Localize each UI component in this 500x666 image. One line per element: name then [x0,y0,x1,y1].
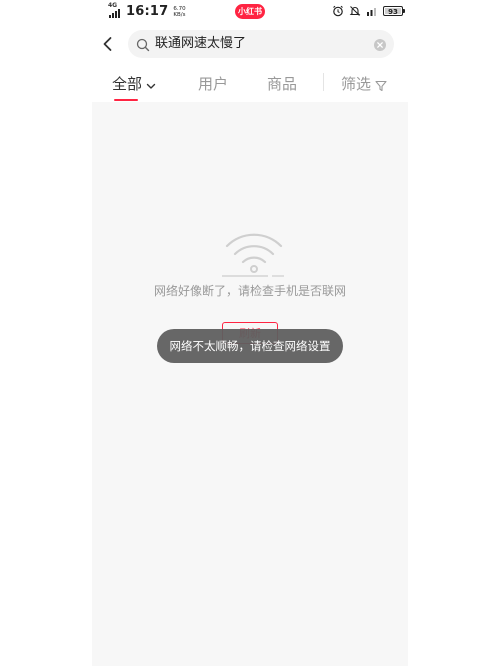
tab-all[interactable]: 全部 [112,73,157,94]
search-row: 联通网速太慢了 [0,30,500,58]
mute-icon [349,5,361,17]
battery-icon: 93 [383,6,405,16]
toast: 网络不太顺畅，请检查网络设置 [157,329,343,363]
battery-level: 93 [388,8,398,16]
search-input[interactable]: 联通网速太慢了 [128,30,394,58]
chevron-down-icon [145,78,157,90]
app-badge: 小红书 [235,4,265,19]
tab-bar: 全部 用户 商品 筛选 [0,70,500,102]
results-area: 网络好像断了，请检查手机是否联网 刷新 [92,102,408,666]
network-error-message: 网络好像断了，请检查手机是否联网 [153,284,346,298]
tab-all-label: 全部 [112,75,143,93]
tab-divider [323,73,324,91]
tab-goods[interactable]: 商品 [267,73,297,94]
alarm-icon [332,5,344,17]
status-bar: 4G 16:17 6.70 KB/s 小红书 93 [0,0,500,24]
net-speed: 6.70 KB/s [173,6,185,18]
tab-users[interactable]: 用户 [198,73,228,94]
status-left: 4G 16:17 6.70 KB/s [108,2,186,19]
tab-filter[interactable]: 筛选 [341,73,387,94]
tab-filter-label: 筛选 [341,75,372,93]
clear-icon[interactable] [373,37,387,51]
status-right: 93 [332,5,405,17]
signal-icon: 4G [108,2,122,19]
clock: 16:17 [126,4,169,19]
filter-icon [375,78,387,91]
search-query: 联通网速太慢了 [155,36,247,51]
search-icon [136,37,150,52]
back-icon[interactable] [98,34,118,54]
tab-active-indicator [114,99,138,101]
signal-bars-icon [366,5,378,17]
net-speed-unit: KB/s [173,11,186,18]
wifi-off-icon [214,226,286,282]
